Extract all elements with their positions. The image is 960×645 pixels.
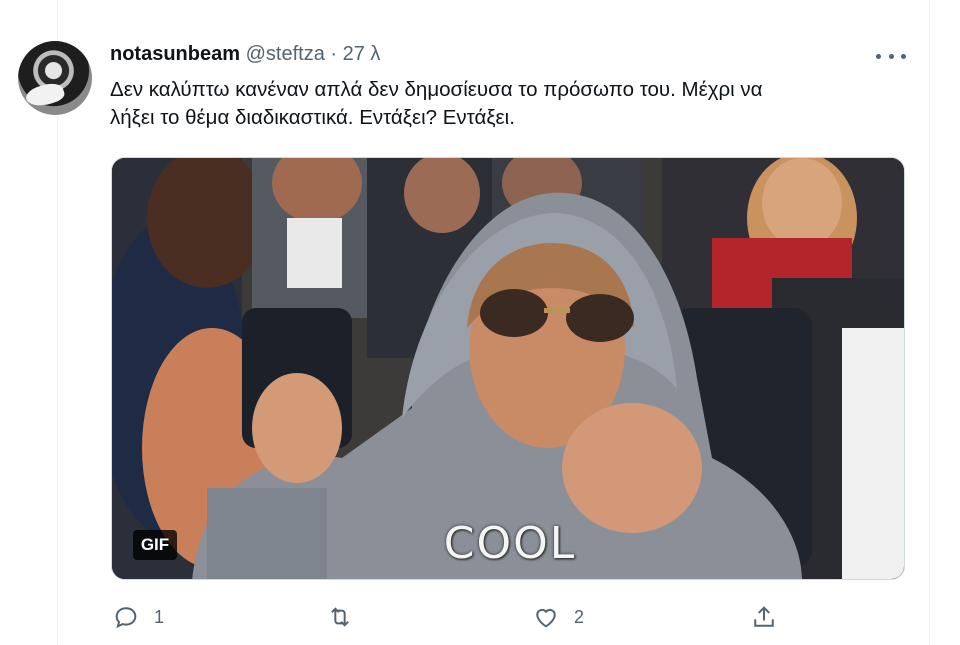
share-button[interactable] xyxy=(750,600,778,634)
like-count: 2 xyxy=(574,606,585,627)
tweet-time[interactable]: 27 λ xyxy=(343,43,381,65)
more-icon[interactable] xyxy=(876,51,906,61)
gif-media[interactable]: GIF COOL xyxy=(111,157,905,580)
avatar[interactable] xyxy=(18,41,92,115)
retweet-button[interactable] xyxy=(326,600,368,634)
tweet-text-line-1: Δεν καλύπτω κανέναν απλά δεν δημοσίευσα … xyxy=(110,78,763,101)
like-button[interactable]: 2 xyxy=(532,600,584,634)
tweet-text-line-2: λήξει το θέμα διαδικαστικά. Εντάξει? Εντ… xyxy=(110,106,515,129)
tweet-header: notasunbeam @steftza · 27 λ xyxy=(110,42,380,66)
author-handle[interactable]: @steftza xyxy=(246,43,325,65)
share-icon xyxy=(754,606,774,627)
author-name[interactable]: notasunbeam xyxy=(110,43,240,65)
right-column-divider xyxy=(929,0,960,645)
retweet-icon xyxy=(331,607,349,627)
avatar-highlight xyxy=(23,79,67,111)
gif-badge[interactable]: GIF xyxy=(133,530,177,560)
like-icon xyxy=(536,608,556,628)
gif-caption: COOL xyxy=(443,518,577,569)
tweet-text: Δεν καλύπτω κανέναν απλά δεν δημοσίευσα … xyxy=(110,76,910,132)
gif-scene xyxy=(112,158,904,579)
reply-button[interactable]: 1 xyxy=(112,600,164,634)
reply-count: 1 xyxy=(154,606,165,627)
tweet-actions: 1 2 xyxy=(112,600,912,636)
reply-icon xyxy=(115,607,137,629)
header-separator: · xyxy=(330,43,338,65)
